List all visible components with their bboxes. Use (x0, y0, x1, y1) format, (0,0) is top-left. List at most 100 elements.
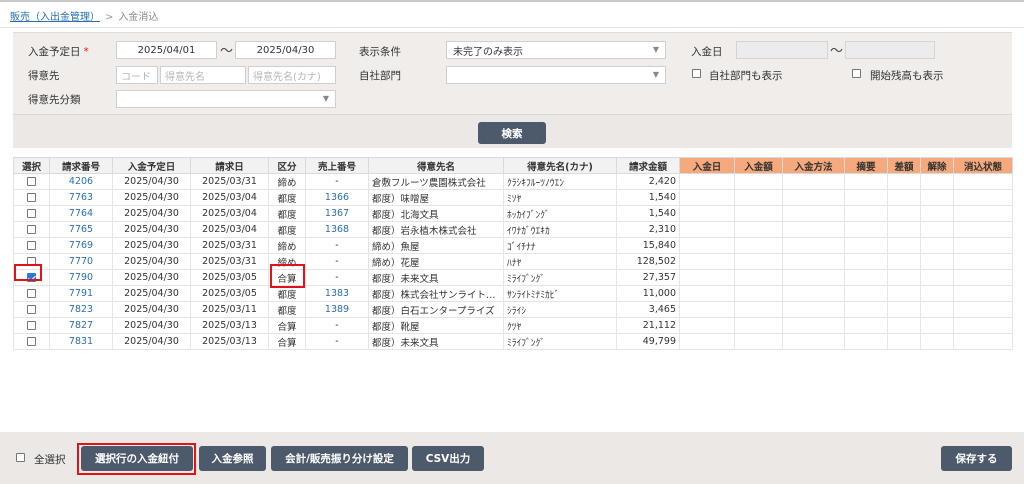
cell-sales-no-link[interactable]: 1383 (325, 288, 349, 299)
cell-cancel (920, 221, 954, 238)
table-row[interactable]: 7831 2025/04/30 2025/03/13 合算 - 都度）未来文具 ﾐﾗｲﾌﾞﾝ… (13, 333, 1013, 350)
category-select[interactable]: ▼ (116, 90, 336, 108)
cell-invoice-no-link[interactable]: 7791 (69, 288, 93, 299)
row-select-checkbox[interactable] (27, 321, 36, 330)
paid-date-from-input[interactable] (736, 41, 828, 59)
cell-customer-kana-text: ｲﾜﾅｶﾞｳｴｷｶ (507, 225, 550, 237)
cell-memo (844, 269, 888, 286)
customer-name-input[interactable]: 得意先名 (160, 66, 246, 84)
cell-amount: 15,840 (616, 237, 680, 254)
allocation-setting-button[interactable]: 会計/販売振り分け設定 (271, 446, 408, 471)
cell-due-date-text: 2025/04/30 (124, 240, 179, 251)
cell-invoice-no-link[interactable]: 7763 (69, 192, 93, 203)
search-button[interactable]: 検索 (478, 122, 546, 144)
col-header-diff: 差額 (887, 157, 921, 174)
cell-select (13, 173, 50, 190)
cell-invoice-no-link[interactable]: 7827 (69, 320, 93, 331)
cell-sales-no-link[interactable]: 1389 (325, 304, 349, 315)
cell-memo (844, 205, 888, 222)
cell-sales-no-link[interactable]: 1368 (325, 224, 349, 235)
customer-code-input[interactable]: コード (116, 66, 158, 84)
table-row[interactable]: 7765 2025/04/30 2025/03/04 都度 1368 都度）岩永植木株式会… (13, 221, 1013, 238)
row-select-checkbox[interactable] (27, 193, 36, 202)
highlight-kubun-cell (270, 264, 305, 288)
cell-invoice-no-link[interactable]: 7790 (69, 272, 93, 283)
cell-invoice-no-link[interactable]: 7769 (69, 240, 93, 251)
csv-export-button[interactable]: CSV出力 (412, 446, 484, 471)
cell-customer-kana-text: ﾐﾗｲﾌﾞﾝｸﾞ (507, 273, 546, 285)
cell-customer-name: 締め）魚屋 (368, 237, 504, 254)
cell-invoice-no-link[interactable]: 4206 (69, 176, 93, 187)
row-select-checkbox[interactable] (27, 289, 36, 298)
cell-customer-kana-text: ﾐﾗｲﾌﾞﾝｸﾞ (507, 337, 546, 349)
col-header-select: 選択 (13, 157, 50, 174)
due-date-from-input[interactable]: 2025/04/01 (116, 41, 217, 59)
table-row[interactable]: 7770 2025/04/30 2025/03/31 締め - 締め）花屋 ﾊﾅﾔ 128,5… (13, 253, 1013, 270)
cell-status (953, 333, 1013, 350)
cell-sales-no-link[interactable]: 1367 (325, 208, 349, 219)
row-select-checkbox[interactable] (27, 337, 36, 346)
cell-customer-name: 都度）味噌屋 (368, 189, 504, 206)
display-condition-label: 表示条件 (359, 46, 401, 58)
row-select-checkbox[interactable] (27, 209, 36, 218)
cell-invoice-no-link[interactable]: 7765 (69, 224, 93, 235)
select-all-checkbox[interactable] (16, 453, 25, 462)
cell-invoice-no-link[interactable]: 7770 (69, 256, 93, 267)
cell-invoice-no: 7827 (49, 317, 113, 334)
cell-memo (844, 253, 888, 270)
cell-amount-text: 128,502 (636, 256, 676, 267)
cell-status (953, 237, 1013, 254)
required-mark: * (83, 46, 89, 58)
cell-kubun: 都度 (268, 205, 306, 222)
table-row[interactable]: 7763 2025/04/30 2025/03/04 都度 1366 都度）味噌屋 ﾐｿﾔ 1… (13, 189, 1013, 206)
cell-memo (844, 189, 888, 206)
cell-select (13, 237, 50, 254)
row-select-checkbox[interactable] (27, 225, 36, 234)
cell-kubun-text: 都度 (277, 193, 297, 205)
display-condition-select[interactable]: 未完了のみ表示 ▼ (446, 41, 666, 59)
breadcrumb-parent-link[interactable]: 販売（入出金管理） (10, 12, 100, 23)
show-department-checkbox[interactable] (692, 69, 701, 78)
customer-kana-input[interactable]: 得意先名(カナ) (248, 66, 336, 84)
cell-invoice-no-link[interactable]: 7831 (69, 336, 93, 347)
cell-paid-amount (734, 237, 783, 254)
cell-paid-date (679, 269, 735, 286)
cell-sales-no-link[interactable]: 1366 (325, 192, 349, 203)
cell-kubun: 都度 (268, 189, 306, 206)
cell-paid-method (782, 173, 845, 190)
row-select-checkbox[interactable] (27, 177, 36, 186)
cell-select (13, 205, 50, 222)
cell-kubun-text: 都度 (277, 305, 297, 317)
save-button[interactable]: 保存する (941, 446, 1012, 471)
cell-cancel (920, 237, 954, 254)
department-select[interactable]: ▼ (446, 66, 666, 84)
table-row[interactable]: 7791 2025/04/30 2025/03/05 都度 1383 都度）株式会社サンラ… (13, 285, 1013, 302)
cell-cancel (920, 317, 954, 334)
cell-status (953, 301, 1013, 318)
row-select-checkbox[interactable] (27, 305, 36, 314)
cell-paid-method (782, 269, 845, 286)
cell-paid-date (679, 189, 735, 206)
table-row[interactable]: 7823 2025/04/30 2025/03/11 都度 1389 都度）白石エンタープ… (13, 301, 1013, 318)
table-row[interactable]: 7827 2025/04/30 2025/03/13 合算 - 都度）靴屋 ｸﾂﾔ 21,11… (13, 317, 1013, 334)
paid-date-to-input[interactable] (845, 41, 935, 59)
cell-select (13, 317, 50, 334)
cell-customer-kana: ｲﾜﾅｶﾞｳｴｷｶ (503, 221, 617, 238)
table-row[interactable]: 7790 2025/04/30 2025/03/05 合算 - 都度）未来文具 ﾐﾗｲﾌﾞﾝ… (13, 269, 1013, 286)
show-opening-checkbox[interactable] (852, 69, 861, 78)
table-row[interactable]: 7764 2025/04/30 2025/03/04 都度 1367 都度）北海文具 ﾎｯｶ… (13, 205, 1013, 222)
cell-customer-kana: ｺﾞｲﾁﾅﾅ (503, 237, 617, 254)
cell-invoice-no: 7791 (49, 285, 113, 302)
cell-customer-kana-text: ﾐｿﾔ (507, 193, 522, 205)
row-select-checkbox[interactable] (27, 241, 36, 250)
cell-invoice-no-link[interactable]: 7764 (69, 208, 93, 219)
table-row[interactable]: 4206 2025/04/30 2025/03/31 締め - 倉敷フルーツ農園株式会社 ｸ… (13, 173, 1013, 190)
table-row[interactable]: 7769 2025/04/30 2025/03/31 締め - 締め）魚屋 ｺﾞｲﾁﾅﾅ 15… (13, 237, 1013, 254)
cell-due-date-text: 2025/04/30 (124, 256, 179, 267)
due-date-to-input[interactable]: 2025/04/30 (235, 41, 336, 59)
cell-diff (887, 205, 921, 222)
cell-kubun-text: 締め (277, 241, 297, 253)
cell-due-date-text: 2025/04/30 (124, 288, 179, 299)
payment-reference-button[interactable]: 入金参照 (199, 446, 266, 471)
cell-invoice-no-link[interactable]: 7823 (69, 304, 93, 315)
